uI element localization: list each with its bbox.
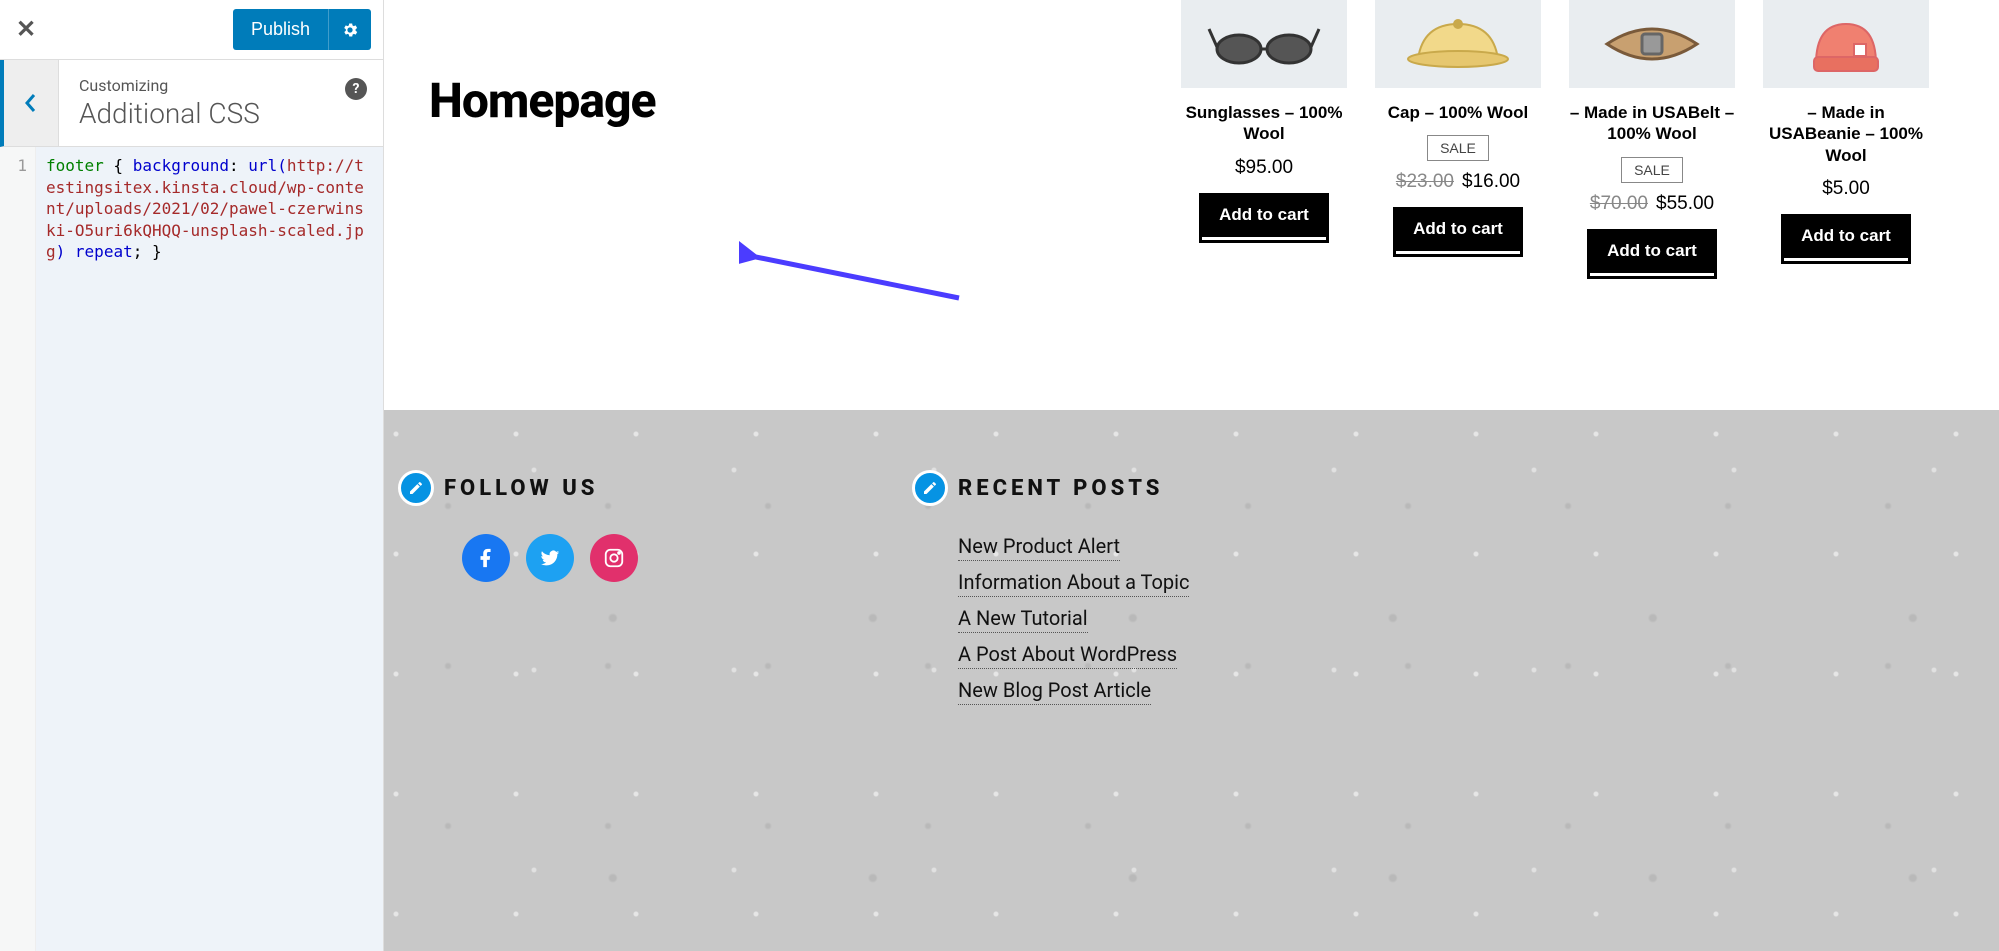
customizer-topbar: ✕ Publish: [0, 0, 383, 60]
product-card: Sunglasses – 100% Wool $95.00 Add to car…: [1181, 0, 1347, 283]
recent-post-link[interactable]: A New Tutorial: [958, 606, 1088, 633]
twitter-icon[interactable]: [526, 534, 574, 582]
edit-widget-button[interactable]: [912, 470, 948, 506]
product-name[interactable]: Sunglasses – 100% Wool: [1181, 102, 1347, 145]
price-row: $95.00: [1181, 157, 1347, 179]
price: $5.00: [1822, 178, 1870, 199]
site-preview: Homepage Sunglasses – 100% Wool $95.00 A…: [384, 0, 1999, 951]
product-name[interactable]: Cap – 100% Wool: [1375, 102, 1541, 123]
price-row: $5.00: [1763, 178, 1929, 200]
add-to-cart-button[interactable]: Add to cart: [1393, 207, 1523, 251]
price-row: $70.00 $55.00: [1569, 193, 1735, 215]
old-price: $70.00: [1590, 193, 1648, 214]
social-icons: [462, 534, 638, 582]
product-card: Cap – 100% Wool SALE $23.00 $16.00 Add to…: [1375, 0, 1541, 283]
sale-badge: SALE: [1621, 157, 1683, 183]
section-title: Additional CSS: [79, 97, 363, 130]
close-button[interactable]: ✕: [16, 15, 36, 44]
pencil-icon: [408, 480, 424, 496]
css-editor[interactable]: 1 footer { background: url(http://testin…: [0, 147, 383, 951]
price-row: $23.00 $16.00: [1375, 171, 1541, 193]
publish-button[interactable]: Publish: [233, 9, 328, 50]
pencil-icon: [922, 480, 938, 496]
section-header: Customizing Additional CSS ?: [0, 60, 383, 147]
recent-post-link[interactable]: New Product Alert: [958, 534, 1120, 561]
recent-post-item: A Post About WordPress: [958, 642, 1189, 666]
recent-post-item: Information About a Topic: [958, 570, 1189, 594]
css-code-area[interactable]: footer { background: url(http://testings…: [36, 147, 383, 951]
facebook-icon[interactable]: [462, 534, 510, 582]
section-header-inner: Customizing Additional CSS ?: [59, 60, 383, 146]
product-grid: Sunglasses – 100% Wool $95.00 Add to car…: [1181, 0, 1929, 283]
page-title: Homepage: [429, 72, 656, 129]
price: $95.00: [1235, 157, 1293, 178]
recent-posts-list: New Product Alert Information About a Top…: [958, 534, 1189, 702]
add-to-cart-button[interactable]: Add to cart: [1199, 193, 1329, 237]
add-to-cart-button[interactable]: Add to cart: [1781, 214, 1911, 258]
annotation-arrow: [739, 238, 969, 318]
sale-badge: SALE: [1427, 135, 1489, 161]
help-icon[interactable]: ?: [345, 78, 367, 100]
recent-post-item: New Product Alert: [958, 534, 1189, 558]
price: $55.00: [1656, 193, 1714, 214]
product-card: – Made in USABelt – 100% Wool SALE $70.0…: [1569, 0, 1735, 283]
product-image[interactable]: [1569, 0, 1735, 88]
product-name[interactable]: – Made in USABelt – 100% Wool: [1569, 102, 1735, 145]
recent-post-link[interactable]: New Blog Post Article: [958, 678, 1151, 705]
follow-us-heading: FOLLOW US: [444, 470, 638, 506]
recent-post-item: New Blog Post Article: [958, 678, 1189, 702]
product-image[interactable]: [1375, 0, 1541, 88]
footer-recent-col: RECENT POSTS New Product Alert Informatio…: [958, 470, 1189, 911]
recent-posts-heading: RECENT POSTS: [958, 470, 1189, 506]
price: $16.00: [1462, 171, 1520, 192]
recent-post-item: A New Tutorial: [958, 606, 1189, 630]
product-image[interactable]: [1181, 0, 1347, 88]
publish-button-group: Publish: [233, 9, 371, 50]
customizer-panel: ✕ Publish Customizing Additional CSS ? 1…: [0, 0, 384, 951]
site-footer: FOLLOW US RECENT POSTS New Product Alert…: [384, 410, 1999, 951]
product-image[interactable]: [1763, 0, 1929, 88]
edit-widget-button[interactable]: [398, 470, 434, 506]
gear-icon: [341, 21, 359, 39]
product-name[interactable]: – Made in USABeanie – 100% Wool: [1763, 102, 1929, 166]
recent-post-link[interactable]: A Post About WordPress: [958, 642, 1177, 669]
publish-settings-button[interactable]: [328, 9, 371, 50]
line-gutter: 1: [0, 147, 36, 951]
recent-post-link[interactable]: Information About a Topic: [958, 570, 1189, 597]
chevron-left-icon: [23, 91, 39, 115]
back-button[interactable]: [4, 60, 59, 146]
footer-follow-col: FOLLOW US: [444, 470, 638, 911]
product-card: – Made in USABeanie – 100% Wool $5.00 Ad…: [1763, 0, 1929, 283]
add-to-cart-button[interactable]: Add to cart: [1587, 229, 1717, 273]
instagram-icon[interactable]: [590, 534, 638, 582]
customizing-label: Customizing: [79, 76, 363, 95]
old-price: $23.00: [1396, 171, 1454, 192]
